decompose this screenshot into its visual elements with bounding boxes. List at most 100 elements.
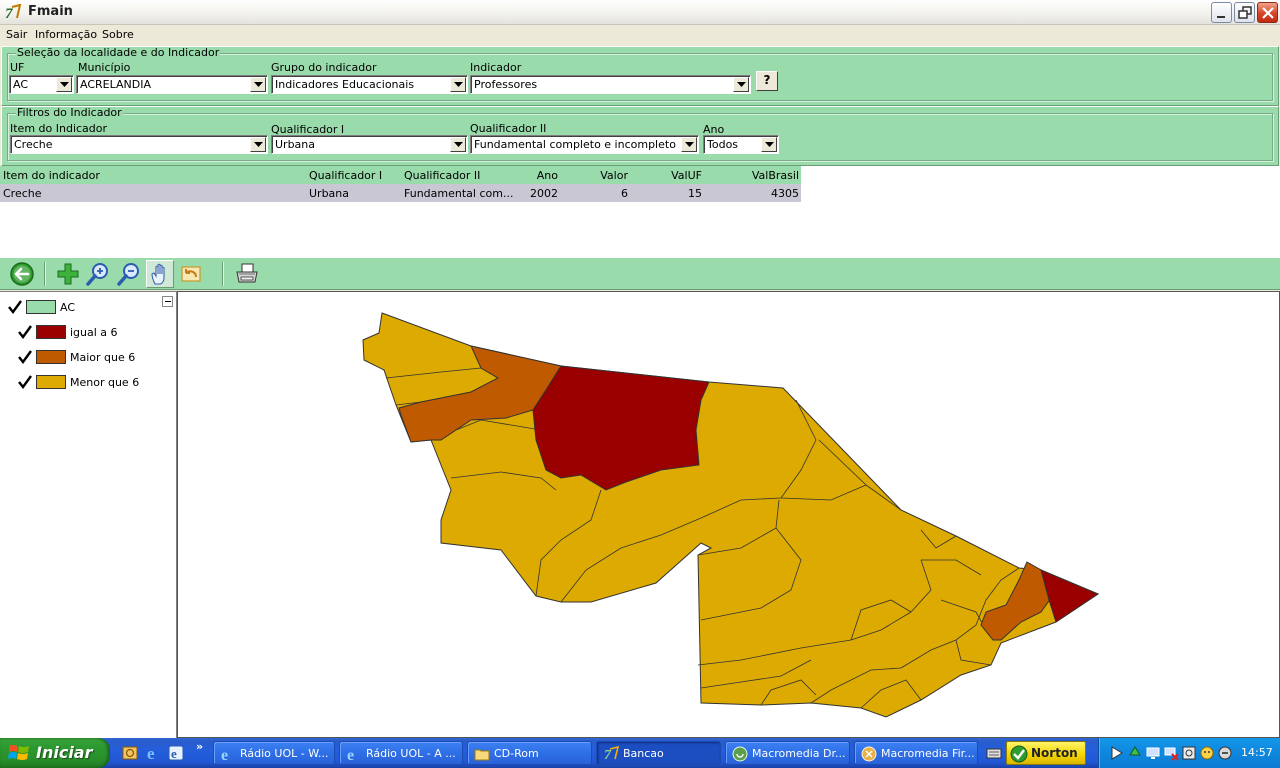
task-bancao[interactable]: 7 Bancao <box>596 741 721 765</box>
collapse-toggle[interactable] <box>162 296 173 307</box>
quicklaunch-explorer-icon[interactable]: e <box>167 744 185 762</box>
close-icon <box>1262 7 1274 19</box>
quicklaunch-ie-icon[interactable]: e <box>145 744 163 762</box>
grupo-dropdown-button[interactable] <box>450 77 466 92</box>
folder-icon <box>474 749 490 761</box>
municipio-dropdown-button[interactable] <box>250 77 266 92</box>
help-button[interactable]: ? <box>756 71 778 91</box>
task-label: Rádio UOL - W... <box>240 747 329 760</box>
media-icon[interactable] <box>1109 745 1125 761</box>
menu-sair[interactable]: Sair <box>6 28 27 41</box>
checkbox-checked-icon[interactable] <box>8 300 22 314</box>
qual2-dropdown-button[interactable] <box>681 137 697 152</box>
pan-hand-icon <box>151 263 165 285</box>
svg-text:e: e <box>147 744 155 762</box>
chevron-down-icon <box>454 82 463 87</box>
grupo-label: Grupo do indicador <box>271 61 377 74</box>
cell-qualificador1: Urbana <box>309 187 350 200</box>
legend-class-greater[interactable]: Maior que 6 <box>18 347 168 367</box>
legend-layer-label: AC <box>60 301 76 314</box>
svg-text:e: e <box>171 746 177 761</box>
zoom-in-button[interactable] <box>84 260 112 288</box>
print-button[interactable] <box>233 260 261 288</box>
toolbar-separator <box>222 262 224 286</box>
network-icon[interactable] <box>1145 745 1161 761</box>
task-radio-uol-1[interactable]: e Rádio UOL - W... <box>213 741 335 765</box>
svg-text:e: e <box>347 747 354 762</box>
grupo-select[interactable]: Indicadores Educacionais <box>271 75 468 94</box>
table-row[interactable]: Creche Urbana Fundamental com... 2002 6 … <box>0 184 801 202</box>
task-cd-rom[interactable]: CD-Rom <box>467 741 592 765</box>
col-valbrasil[interactable]: ValBrasil <box>740 169 799 182</box>
legend-class-equal[interactable]: igual a 6 <box>18 322 168 342</box>
norton-button[interactable]: Norton <box>1006 741 1086 765</box>
indicador-value: Professores <box>474 78 538 91</box>
task-macromedia-fireworks[interactable]: Macromedia Fir... <box>854 741 978 765</box>
task-label: CD-Rom <box>494 747 539 760</box>
qual2-select[interactable]: Fundamental completo e incompleto <box>470 135 699 154</box>
indicador-label: Indicador <box>470 61 522 74</box>
cell-valuf: 15 <box>688 187 702 200</box>
ano-select[interactable]: Todos <box>703 135 779 154</box>
col-valor[interactable]: Valor <box>588 169 628 182</box>
municipio-select[interactable]: ACRELANDIA <box>76 75 268 94</box>
checkbox-checked-icon[interactable] <box>18 375 32 389</box>
back-button[interactable] <box>8 260 36 288</box>
minimize-button[interactable] <box>1211 2 1232 23</box>
ano-value: Todos <box>707 138 739 151</box>
start-button[interactable]: Iniciar <box>0 738 110 768</box>
uf-dropdown-button[interactable] <box>56 77 72 92</box>
col-ano[interactable]: Ano <box>520 169 558 182</box>
keyboard-icon[interactable] <box>986 746 1002 760</box>
indicador-select[interactable]: Professores <box>470 75 751 94</box>
chevron-down-icon <box>454 142 463 147</box>
menu-sobre[interactable]: Sobre <box>102 28 134 41</box>
task-label: Macromedia Fir... <box>881 747 975 760</box>
quicklaunch-outlook-icon[interactable] <box>121 744 139 762</box>
zoom-out-button[interactable] <box>115 260 143 288</box>
item-dropdown-button[interactable] <box>250 137 266 152</box>
qual1-select[interactable]: Urbana <box>271 135 468 154</box>
col-qualificador1[interactable]: Qualificador I <box>309 169 382 182</box>
choropleth-map[interactable] <box>178 292 1279 737</box>
add-layer-button[interactable] <box>54 260 82 288</box>
messenger-icon[interactable] <box>1199 745 1215 761</box>
legend-class-less[interactable]: Menor que 6 <box>18 372 168 392</box>
undo-zoom-icon <box>181 266 201 282</box>
indicador-dropdown-button[interactable] <box>733 77 749 92</box>
quicklaunch-more-icon[interactable]: » <box>196 740 203 753</box>
recycle-icon[interactable] <box>1127 745 1143 761</box>
safely-remove-icon[interactable] <box>1181 745 1197 761</box>
selection-panel: Seleção da localidade e do Indicador UF … <box>1 46 1279 106</box>
col-valuf[interactable]: ValUF <box>660 169 702 182</box>
col-item[interactable]: Item do indicador <box>3 169 100 182</box>
results-grid[interactable]: Item do indicador Qualificador I Qualifi… <box>0 166 1280 258</box>
close-button[interactable] <box>1257 2 1278 23</box>
menu-informacao[interactable]: Informação <box>35 28 97 41</box>
checkbox-checked-icon[interactable] <box>18 325 32 339</box>
network-disconnected-icon[interactable] <box>1163 745 1179 761</box>
volume-icon[interactable] <box>1217 745 1233 761</box>
legend-layer-ac[interactable]: AC <box>8 297 173 317</box>
maximize-button[interactable] <box>1234 2 1255 23</box>
checkbox-checked-icon[interactable] <box>18 350 32 364</box>
pan-button[interactable] <box>146 260 174 288</box>
undo-zoom-button[interactable] <box>177 260 205 288</box>
uf-select[interactable]: AC <box>9 75 74 94</box>
item-select[interactable]: Creche <box>10 135 268 154</box>
task-macromedia-dreamweaver[interactable]: Macromedia Dr... <box>725 741 850 765</box>
qual1-dropdown-button[interactable] <box>450 137 466 152</box>
svg-text:7: 7 <box>604 748 612 762</box>
menu-bar: Sair Informação Sobre <box>0 25 1280 45</box>
chevron-down-icon <box>685 142 694 147</box>
chevron-down-icon <box>737 82 746 87</box>
col-qualificador2[interactable]: Qualificador II <box>404 169 480 182</box>
chevron-down-icon <box>254 142 263 147</box>
ano-dropdown-button[interactable] <box>761 137 777 152</box>
map-canvas[interactable] <box>177 291 1280 738</box>
app-icon: 7 <box>5 4 22 21</box>
window-title: Fmain <box>28 4 73 19</box>
zoom-out-icon <box>117 263 139 286</box>
chevron-down-icon <box>765 142 774 147</box>
task-radio-uol-2[interactable]: e Rádio UOL - A ... <box>339 741 463 765</box>
